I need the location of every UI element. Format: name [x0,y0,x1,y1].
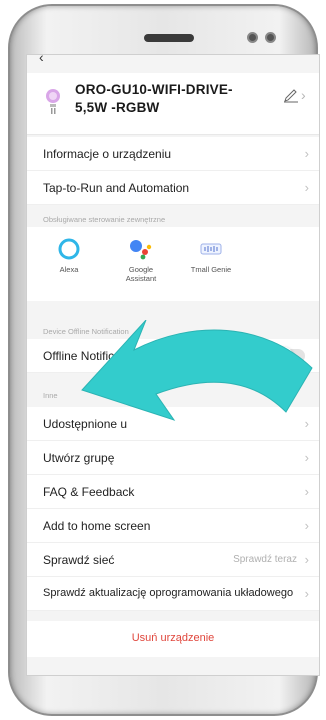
firmware-update-label: Sprawdź aktualizację oprogramowania ukła… [43,587,294,599]
check-network-label: Sprawdź sieć [43,553,115,567]
faq-feedback-row[interactable]: FAQ & Feedback › [27,475,319,509]
assistant-label: Tmall Genie [190,265,232,274]
assistants-section-title: Obsługiwane sterowanie zewnętrzne [43,215,166,224]
assistant-tmall[interactable]: Tmall Genie [181,237,241,274]
check-network-value: Sprawdź teraz [233,554,297,565]
google-assistant-icon [130,240,152,260]
alexa-icon [58,238,80,260]
check-network-row[interactable]: Sprawdź sieć Sprawdź teraz › [27,543,319,577]
firmware-update-row[interactable]: Sprawdź aktualizację oprogramowania ukła… [27,577,319,611]
add-home-screen-row[interactable]: Add to home screen › [27,509,319,543]
remove-device-row[interactable]: Usuń urządzenie [27,621,319,657]
remove-device-button[interactable]: Usuń urządzenie [27,621,319,644]
tap-to-run-label: Tap-to-Run and Automation [43,181,190,195]
device-info-label: Informacje o urządzeniu [43,147,172,161]
chevron-right-icon: › [301,87,306,103]
chevron-right-icon: › [304,518,309,533]
chevron-right-icon: › [304,180,309,195]
assistants-panel: Alexa Google Assistant Tmall Genie [27,227,319,301]
earpiece-speaker [144,34,194,42]
faq-feedback-label: FAQ & Feedback [43,485,135,499]
assistant-alexa[interactable]: Alexa [39,237,99,274]
edit-icon[interactable] [283,89,299,103]
assistant-label: Alexa [59,265,79,274]
device-header[interactable]: ORO-GU10-WIFI-DRIVE-5,5W -RGBW › [27,73,319,135]
assistant-label: Google Assistant [125,265,157,283]
back-icon[interactable]: ‹ [39,55,44,65]
device-info-row[interactable]: Informacje o urządzeniu › [27,137,319,171]
tap-to-run-row[interactable]: Tap-to-Run and Automation › [27,171,319,205]
pointer-arrow-icon [81,320,313,421]
chevron-right-icon: › [304,146,309,161]
front-camera [265,32,276,43]
chevron-right-icon: › [304,586,309,601]
add-home-screen-label: Add to home screen [43,519,151,533]
front-sensor [247,32,258,43]
device-name: ORO-GU10-WIFI-DRIVE-5,5W -RGBW [75,82,233,115]
chevron-right-icon: › [304,552,309,567]
chevron-right-icon: › [304,484,309,499]
bulb-icon [46,89,60,114]
assistant-google[interactable]: Google Assistant [111,237,171,283]
tmall-genie-icon [200,243,222,255]
